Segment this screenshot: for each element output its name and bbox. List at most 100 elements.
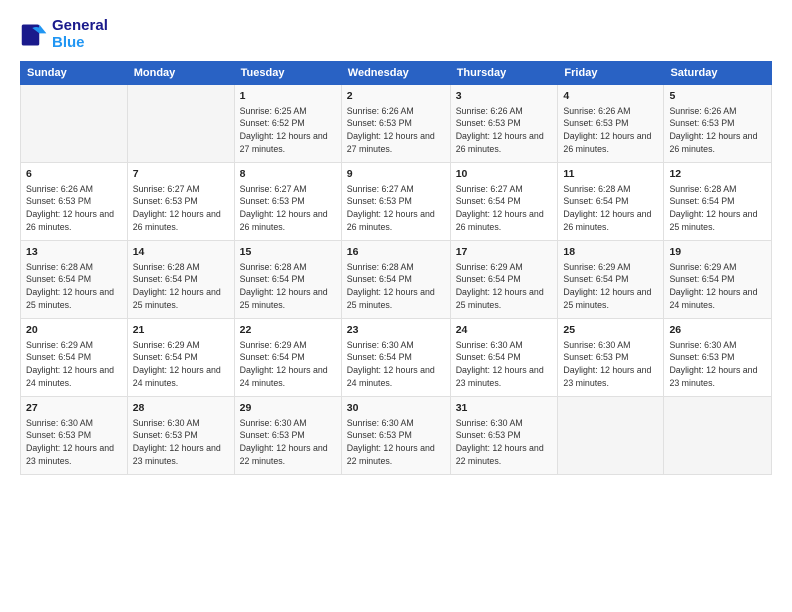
- day-number: 18: [563, 245, 658, 260]
- logo-text-blue: Blue: [52, 35, 108, 52]
- day-number: 3: [456, 89, 553, 104]
- day-number: 4: [563, 89, 658, 104]
- day-cell: 16Sunrise: 6:28 AM Sunset: 6:54 PM Dayli…: [341, 241, 450, 319]
- day-info: Sunrise: 6:30 AM Sunset: 6:53 PM Dayligh…: [133, 417, 229, 468]
- day-cell: 7Sunrise: 6:27 AM Sunset: 6:53 PM Daylig…: [127, 163, 234, 241]
- day-number: 31: [456, 401, 553, 416]
- day-cell: 30Sunrise: 6:30 AM Sunset: 6:53 PM Dayli…: [341, 397, 450, 475]
- day-info: Sunrise: 6:28 AM Sunset: 6:54 PM Dayligh…: [669, 183, 766, 234]
- day-cell: 21Sunrise: 6:29 AM Sunset: 6:54 PM Dayli…: [127, 319, 234, 397]
- day-cell: 9Sunrise: 6:27 AM Sunset: 6:53 PM Daylig…: [341, 163, 450, 241]
- day-number: 8: [240, 167, 336, 182]
- day-cell: 22Sunrise: 6:29 AM Sunset: 6:54 PM Dayli…: [234, 319, 341, 397]
- day-number: 26: [669, 323, 766, 338]
- day-info: Sunrise: 6:26 AM Sunset: 6:53 PM Dayligh…: [347, 105, 445, 156]
- week-row-1: 1Sunrise: 6:25 AM Sunset: 6:52 PM Daylig…: [21, 85, 772, 163]
- day-cell: [21, 85, 128, 163]
- day-info: Sunrise: 6:26 AM Sunset: 6:53 PM Dayligh…: [669, 105, 766, 156]
- day-cell: 24Sunrise: 6:30 AM Sunset: 6:54 PM Dayli…: [450, 319, 558, 397]
- header-cell-saturday: Saturday: [664, 62, 772, 85]
- header: General Blue: [20, 18, 772, 51]
- day-info: Sunrise: 6:30 AM Sunset: 6:53 PM Dayligh…: [669, 339, 766, 390]
- day-cell: 5Sunrise: 6:26 AM Sunset: 6:53 PM Daylig…: [664, 85, 772, 163]
- day-info: Sunrise: 6:25 AM Sunset: 6:52 PM Dayligh…: [240, 105, 336, 156]
- day-info: Sunrise: 6:29 AM Sunset: 6:54 PM Dayligh…: [563, 261, 658, 312]
- day-number: 25: [563, 323, 658, 338]
- day-number: 28: [133, 401, 229, 416]
- day-info: Sunrise: 6:29 AM Sunset: 6:54 PM Dayligh…: [456, 261, 553, 312]
- day-cell: 12Sunrise: 6:28 AM Sunset: 6:54 PM Dayli…: [664, 163, 772, 241]
- header-cell-friday: Friday: [558, 62, 664, 85]
- day-cell: 3Sunrise: 6:26 AM Sunset: 6:53 PM Daylig…: [450, 85, 558, 163]
- day-cell: 25Sunrise: 6:30 AM Sunset: 6:53 PM Dayli…: [558, 319, 664, 397]
- day-info: Sunrise: 6:28 AM Sunset: 6:54 PM Dayligh…: [240, 261, 336, 312]
- day-number: 14: [133, 245, 229, 260]
- day-info: Sunrise: 6:27 AM Sunset: 6:53 PM Dayligh…: [347, 183, 445, 234]
- day-number: 10: [456, 167, 553, 182]
- week-row-3: 13Sunrise: 6:28 AM Sunset: 6:54 PM Dayli…: [21, 241, 772, 319]
- day-number: 27: [26, 401, 122, 416]
- day-cell: 23Sunrise: 6:30 AM Sunset: 6:54 PM Dayli…: [341, 319, 450, 397]
- day-cell: 6Sunrise: 6:26 AM Sunset: 6:53 PM Daylig…: [21, 163, 128, 241]
- day-cell: 2Sunrise: 6:26 AM Sunset: 6:53 PM Daylig…: [341, 85, 450, 163]
- day-info: Sunrise: 6:26 AM Sunset: 6:53 PM Dayligh…: [26, 183, 122, 234]
- day-number: 17: [456, 245, 553, 260]
- day-number: 11: [563, 167, 658, 182]
- day-info: Sunrise: 6:29 AM Sunset: 6:54 PM Dayligh…: [133, 339, 229, 390]
- day-cell: 1Sunrise: 6:25 AM Sunset: 6:52 PM Daylig…: [234, 85, 341, 163]
- day-cell: 11Sunrise: 6:28 AM Sunset: 6:54 PM Dayli…: [558, 163, 664, 241]
- day-cell: [558, 397, 664, 475]
- day-cell: 17Sunrise: 6:29 AM Sunset: 6:54 PM Dayli…: [450, 241, 558, 319]
- day-info: Sunrise: 6:29 AM Sunset: 6:54 PM Dayligh…: [240, 339, 336, 390]
- header-cell-wednesday: Wednesday: [341, 62, 450, 85]
- day-info: Sunrise: 6:28 AM Sunset: 6:54 PM Dayligh…: [347, 261, 445, 312]
- day-cell: [664, 397, 772, 475]
- day-info: Sunrise: 6:30 AM Sunset: 6:53 PM Dayligh…: [456, 417, 553, 468]
- day-number: 7: [133, 167, 229, 182]
- day-number: 16: [347, 245, 445, 260]
- day-number: 21: [133, 323, 229, 338]
- day-cell: 20Sunrise: 6:29 AM Sunset: 6:54 PM Dayli…: [21, 319, 128, 397]
- day-number: 29: [240, 401, 336, 416]
- logo-text-general: General: [52, 18, 108, 35]
- day-cell: 14Sunrise: 6:28 AM Sunset: 6:54 PM Dayli…: [127, 241, 234, 319]
- day-number: 20: [26, 323, 122, 338]
- day-number: 24: [456, 323, 553, 338]
- week-row-4: 20Sunrise: 6:29 AM Sunset: 6:54 PM Dayli…: [21, 319, 772, 397]
- day-info: Sunrise: 6:29 AM Sunset: 6:54 PM Dayligh…: [669, 261, 766, 312]
- day-cell: 8Sunrise: 6:27 AM Sunset: 6:53 PM Daylig…: [234, 163, 341, 241]
- week-row-2: 6Sunrise: 6:26 AM Sunset: 6:53 PM Daylig…: [21, 163, 772, 241]
- day-number: 6: [26, 167, 122, 182]
- day-cell: 15Sunrise: 6:28 AM Sunset: 6:54 PM Dayli…: [234, 241, 341, 319]
- day-cell: 4Sunrise: 6:26 AM Sunset: 6:53 PM Daylig…: [558, 85, 664, 163]
- day-cell: 29Sunrise: 6:30 AM Sunset: 6:53 PM Dayli…: [234, 397, 341, 475]
- day-cell: 13Sunrise: 6:28 AM Sunset: 6:54 PM Dayli…: [21, 241, 128, 319]
- header-row: SundayMondayTuesdayWednesdayThursdayFrid…: [21, 62, 772, 85]
- day-cell: 10Sunrise: 6:27 AM Sunset: 6:54 PM Dayli…: [450, 163, 558, 241]
- day-info: Sunrise: 6:28 AM Sunset: 6:54 PM Dayligh…: [26, 261, 122, 312]
- day-info: Sunrise: 6:27 AM Sunset: 6:53 PM Dayligh…: [133, 183, 229, 234]
- day-info: Sunrise: 6:29 AM Sunset: 6:54 PM Dayligh…: [26, 339, 122, 390]
- day-number: 15: [240, 245, 336, 260]
- day-number: 13: [26, 245, 122, 260]
- day-number: 12: [669, 167, 766, 182]
- day-info: Sunrise: 6:30 AM Sunset: 6:54 PM Dayligh…: [347, 339, 445, 390]
- day-info: Sunrise: 6:30 AM Sunset: 6:53 PM Dayligh…: [563, 339, 658, 390]
- day-info: Sunrise: 6:26 AM Sunset: 6:53 PM Dayligh…: [456, 105, 553, 156]
- day-info: Sunrise: 6:27 AM Sunset: 6:53 PM Dayligh…: [240, 183, 336, 234]
- day-info: Sunrise: 6:30 AM Sunset: 6:54 PM Dayligh…: [456, 339, 553, 390]
- day-info: Sunrise: 6:30 AM Sunset: 6:53 PM Dayligh…: [347, 417, 445, 468]
- header-cell-monday: Monday: [127, 62, 234, 85]
- day-info: Sunrise: 6:27 AM Sunset: 6:54 PM Dayligh…: [456, 183, 553, 234]
- week-row-5: 27Sunrise: 6:30 AM Sunset: 6:53 PM Dayli…: [21, 397, 772, 475]
- day-number: 5: [669, 89, 766, 104]
- day-info: Sunrise: 6:26 AM Sunset: 6:53 PM Dayligh…: [563, 105, 658, 156]
- day-number: 2: [347, 89, 445, 104]
- header-cell-sunday: Sunday: [21, 62, 128, 85]
- day-number: 23: [347, 323, 445, 338]
- page: General Blue SundayMondayTuesdayWednesda…: [0, 0, 792, 612]
- day-number: 22: [240, 323, 336, 338]
- calendar-table: SundayMondayTuesdayWednesdayThursdayFrid…: [20, 61, 772, 475]
- day-info: Sunrise: 6:30 AM Sunset: 6:53 PM Dayligh…: [26, 417, 122, 468]
- day-cell: [127, 85, 234, 163]
